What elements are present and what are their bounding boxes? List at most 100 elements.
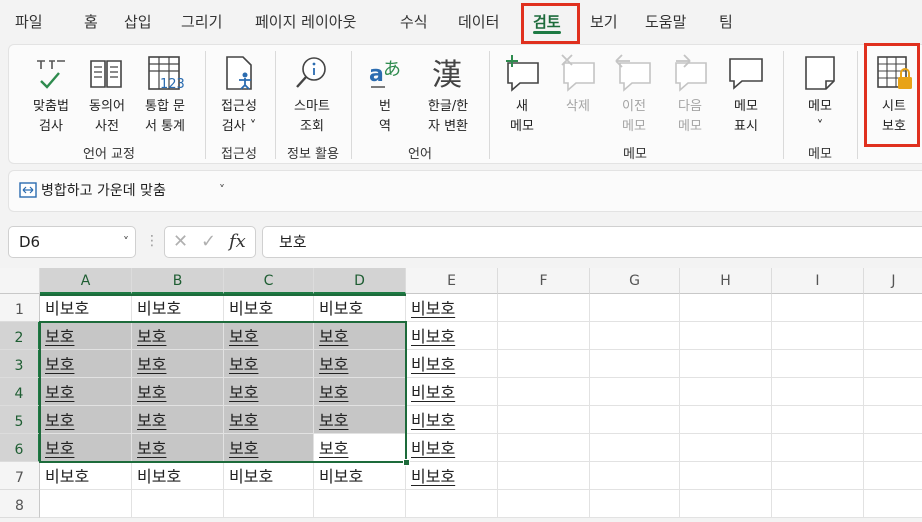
cell-g3[interactable] [590, 350, 680, 378]
cell-i3[interactable] [772, 350, 864, 378]
cell-a5[interactable]: 보호 [40, 406, 132, 434]
workbook-statistics-button[interactable]: 123 통합 문 서 통계 [133, 51, 197, 137]
show-comments-button[interactable]: 메모 표시 [723, 51, 769, 137]
row-header-7[interactable]: 7 [0, 462, 40, 490]
cell-c6[interactable]: 보호 [224, 434, 314, 462]
cell-j3[interactable] [864, 350, 922, 378]
cell-b1[interactable]: 비보호 [132, 294, 224, 322]
cell-i5[interactable] [772, 406, 864, 434]
cell-i8[interactable] [772, 490, 864, 518]
cell-e4[interactable]: 비보호 [406, 378, 498, 406]
cell-a7[interactable]: 비보호 [40, 462, 132, 490]
tab-help[interactable]: 도움말 [645, 8, 686, 36]
insert-function-icon[interactable]: fx [229, 231, 246, 252]
cell-a8[interactable] [40, 490, 132, 518]
row-header-3[interactable]: 3 [0, 350, 40, 378]
cell-b4[interactable]: 보호 [132, 378, 224, 406]
cell-c3[interactable]: 보호 [224, 350, 314, 378]
name-box[interactable]: D6 ˅ [8, 226, 136, 258]
translate-button[interactable]: a あ 번 역 [361, 51, 409, 137]
column-header-c[interactable]: C [224, 268, 314, 294]
notes-button[interactable]: 메모 ˅ [793, 51, 847, 137]
cell-b6[interactable]: 보호 [132, 434, 224, 462]
cell-i1[interactable] [772, 294, 864, 322]
cell-h1[interactable] [680, 294, 772, 322]
next-comment-button[interactable]: 다음 메모 [667, 51, 713, 137]
delete-comment-button[interactable]: 삭제 [555, 51, 601, 117]
tab-insert[interactable]: 삽입 [124, 8, 152, 36]
tab-view[interactable]: 보기 [590, 8, 618, 36]
cell-h8[interactable] [680, 490, 772, 518]
fill-handle[interactable] [403, 459, 410, 466]
cell-h2[interactable] [680, 322, 772, 350]
cell-a3[interactable]: 보호 [40, 350, 132, 378]
column-header-a[interactable]: A [40, 268, 132, 294]
cell-g6[interactable] [590, 434, 680, 462]
cell-d3[interactable]: 보호 [314, 350, 406, 378]
cell-d6[interactable]: 보호 [314, 434, 406, 462]
column-header-d[interactable]: D [314, 268, 406, 294]
cell-d5[interactable]: 보호 [314, 406, 406, 434]
cell-a2[interactable]: 보호 [40, 322, 132, 350]
column-header-i[interactable]: I [772, 268, 864, 294]
cell-b7[interactable]: 비보호 [132, 462, 224, 490]
formula-input[interactable]: 보호 [262, 226, 922, 258]
cell-h3[interactable] [680, 350, 772, 378]
new-comment-button[interactable]: 새 메모 [499, 51, 545, 137]
cell-h4[interactable] [680, 378, 772, 406]
tab-page-layout[interactable]: 페이지 레이아웃 [255, 8, 356, 36]
cell-f1[interactable] [498, 294, 590, 322]
column-header-b[interactable]: B [132, 268, 224, 294]
cell-h5[interactable] [680, 406, 772, 434]
cell-f6[interactable] [498, 434, 590, 462]
cell-j5[interactable] [864, 406, 922, 434]
cell-b5[interactable]: 보호 [132, 406, 224, 434]
cell-i7[interactable] [772, 462, 864, 490]
cell-j8[interactable] [864, 490, 922, 518]
cell-d8[interactable] [314, 490, 406, 518]
smart-lookup-button[interactable]: 스마트 조회 [279, 51, 345, 137]
worksheet-grid[interactable]: A B C D E F G H I J 1 비보호 비보호 비보호 비보호 비보호 2 보호 보호 보호 보호 비보호 3 보… [0, 268, 922, 518]
cell-c1[interactable]: 비보호 [224, 294, 314, 322]
cell-f5[interactable] [498, 406, 590, 434]
cell-g2[interactable] [590, 322, 680, 350]
column-header-h[interactable]: H [680, 268, 772, 294]
previous-comment-button[interactable]: 이전 메모 [611, 51, 657, 137]
tab-draw[interactable]: 그리기 [181, 8, 222, 36]
cell-g7[interactable] [590, 462, 680, 490]
tab-home[interactable]: 홈 [84, 8, 98, 36]
cell-j1[interactable] [864, 294, 922, 322]
cell-j6[interactable] [864, 434, 922, 462]
row-header-4[interactable]: 4 [0, 378, 40, 406]
row-header-5[interactable]: 5 [0, 406, 40, 434]
cell-e5[interactable]: 비보호 [406, 406, 498, 434]
cell-b2[interactable]: 보호 [132, 322, 224, 350]
row-header-6[interactable]: 6 [0, 434, 40, 462]
cell-a6[interactable]: 보호 [40, 434, 132, 462]
spelling-button[interactable]: 맞춤법 검사 [21, 51, 81, 137]
cell-j4[interactable] [864, 378, 922, 406]
column-header-f[interactable]: F [498, 268, 590, 294]
hangul-hanja-convert-button[interactable]: 漢 한글/한 자 변환 [413, 51, 483, 137]
cell-b8[interactable] [132, 490, 224, 518]
row-header-1[interactable]: 1 [0, 294, 40, 322]
cancel-icon[interactable]: ✕ [173, 231, 188, 252]
cell-c4[interactable]: 보호 [224, 378, 314, 406]
thesaurus-button[interactable]: 동의어 사전 [79, 51, 135, 137]
select-all-corner[interactable] [0, 268, 40, 294]
cell-a1[interactable]: 비보호 [40, 294, 132, 322]
row-header-8[interactable]: 8 [0, 490, 40, 518]
cell-c5[interactable]: 보호 [224, 406, 314, 434]
cell-c2[interactable]: 보호 [224, 322, 314, 350]
tab-data[interactable]: 데이터 [458, 8, 499, 36]
cell-i6[interactable] [772, 434, 864, 462]
cell-d1[interactable]: 비보호 [314, 294, 406, 322]
cell-e6[interactable]: 비보호 [406, 434, 498, 462]
cell-j2[interactable] [864, 322, 922, 350]
row-header-2[interactable]: 2 [0, 322, 40, 350]
cell-h7[interactable] [680, 462, 772, 490]
customize-quickbar-dropdown[interactable]: ˅ [219, 183, 225, 197]
cell-b3[interactable]: 보호 [132, 350, 224, 378]
cell-g8[interactable] [590, 490, 680, 518]
tab-team[interactable]: 팀 [719, 8, 733, 36]
